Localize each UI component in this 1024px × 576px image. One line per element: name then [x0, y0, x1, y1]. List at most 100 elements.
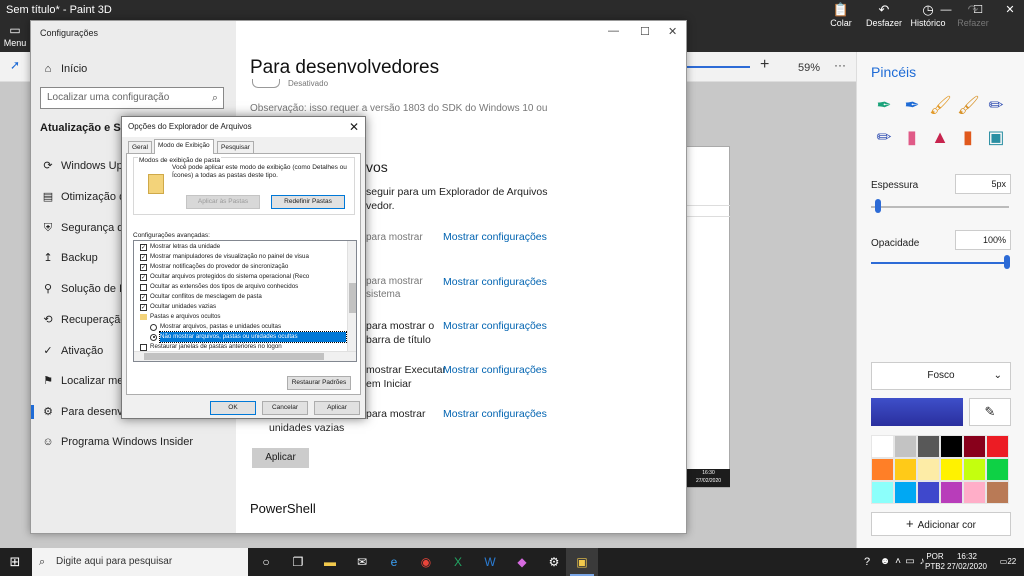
- history-button[interactable]: ◷ Histórico: [905, 0, 951, 32]
- select-arrow-icon[interactable]: ➚: [10, 58, 20, 72]
- finish-select[interactable]: Fosco ⌄: [871, 362, 1011, 390]
- excel-icon[interactable]: X: [442, 548, 474, 576]
- checkbox[interactable]: ✓: [140, 293, 147, 301]
- ok-button[interactable]: OK: [210, 401, 256, 415]
- scrollbar-thumb[interactable]: [144, 353, 324, 360]
- opacity-slider[interactable]: [871, 262, 1009, 264]
- nav-windows-insider[interactable]: ☺ Programa Windows Insider: [31, 428, 236, 456]
- minimize-icon[interactable]: —: [608, 25, 619, 37]
- thickness-input[interactable]: 5px: [955, 174, 1011, 194]
- advanced-setting-item[interactable]: Não mostrar arquivos, pastas ou unidades…: [159, 331, 347, 343]
- color-swatch[interactable]: [963, 435, 986, 458]
- color-swatch[interactable]: [871, 481, 894, 504]
- advanced-setting-item[interactable]: Mostrar arquivos, pastas e unidades ocul…: [160, 322, 346, 332]
- redo-button[interactable]: ↷ Refazer: [950, 0, 996, 32]
- apply-button[interactable]: Aplicar: [252, 448, 309, 468]
- help-icon[interactable]: ?: [858, 548, 876, 576]
- checkbox[interactable]: [140, 283, 147, 291]
- tab-general[interactable]: Geral: [128, 141, 152, 153]
- notifications-icon[interactable]: ▭22: [994, 548, 1022, 576]
- taskbar-search-input[interactable]: ⌕ Digite aqui para pesquisar: [32, 548, 248, 576]
- pencil-icon[interactable]: ✏: [873, 124, 895, 150]
- show-settings-link[interactable]: Mostrar configurações: [443, 320, 547, 332]
- color-swatch[interactable]: [986, 458, 1009, 481]
- tab-search[interactable]: Pesquisar: [217, 141, 254, 153]
- calligraphy-pen-icon[interactable]: ✒: [901, 92, 923, 118]
- checkbox[interactable]: ✓: [140, 273, 147, 281]
- color-swatch[interactable]: [986, 481, 1009, 504]
- color-swatch[interactable]: [940, 458, 963, 481]
- paint3d-icon[interactable]: ◆: [506, 548, 538, 576]
- menu-button[interactable]: ▭ Menu: [0, 20, 30, 52]
- chrome-icon[interactable]: ◉: [410, 548, 442, 576]
- checkbox[interactable]: ✓: [140, 253, 147, 261]
- opacity-slider-thumb[interactable]: [1004, 255, 1010, 269]
- close-icon[interactable]: ✕: [668, 25, 677, 38]
- marker-icon[interactable]: ✒: [873, 92, 895, 118]
- color-swatch[interactable]: [894, 458, 917, 481]
- zoom-slider[interactable]: [686, 66, 750, 68]
- radio-button[interactable]: [150, 333, 157, 341]
- thickness-slider[interactable]: [871, 206, 1009, 208]
- spray-can-icon[interactable]: ▮: [957, 124, 979, 150]
- color-swatch[interactable]: [917, 435, 940, 458]
- file-explorer-icon[interactable]: ▬: [314, 548, 346, 576]
- advanced-setting-item[interactable]: Ocultar conflitos de mesclagem de pasta: [150, 292, 336, 302]
- color-swatch[interactable]: [963, 481, 986, 504]
- color-swatch[interactable]: [940, 435, 963, 458]
- apply-button[interactable]: Aplicar: [314, 401, 360, 415]
- fill-bucket-icon[interactable]: ▣: [985, 124, 1007, 150]
- show-settings-link[interactable]: Mostrar configurações: [443, 231, 547, 243]
- tab-view[interactable]: Modo de Exibição: [154, 139, 214, 154]
- color-swatch[interactable]: [871, 435, 894, 458]
- show-settings-link[interactable]: Mostrar configurações: [443, 276, 547, 288]
- color-swatch[interactable]: [917, 481, 940, 504]
- watercolor-icon[interactable]: 🖌: [957, 92, 980, 118]
- thickness-slider-thumb[interactable]: [875, 199, 881, 213]
- close-icon[interactable]: ✕: [349, 117, 359, 137]
- nav-home[interactable]: ⌂ Início: [31, 55, 236, 83]
- restore-defaults-button[interactable]: Restaurar Padrões: [287, 376, 351, 390]
- advanced-setting-item[interactable]: Mostrar manipuladores de visualização no…: [150, 252, 336, 262]
- show-settings-link[interactable]: Mostrar configurações: [443, 364, 547, 376]
- eyedropper-icon[interactable]: ✎: [969, 398, 1011, 426]
- color-swatch[interactable]: [894, 435, 917, 458]
- vertical-scrollbar[interactable]: [347, 241, 356, 351]
- folder-options-taskbar-icon[interactable]: ▣: [566, 548, 598, 576]
- checkbox[interactable]: ✓: [140, 243, 147, 251]
- color-swatch[interactable]: [917, 458, 940, 481]
- windows-start-icon[interactable]: ⊞: [0, 548, 30, 576]
- toggle-switch[interactable]: [252, 79, 280, 88]
- advanced-setting-item[interactable]: Ocultar unidades vazias: [150, 302, 336, 312]
- canvas[interactable]: 16:30 27/02/2020: [686, 146, 730, 488]
- horizontal-scrollbar[interactable]: [134, 351, 356, 361]
- reset-folders-button[interactable]: Redefinir Pastas: [271, 195, 345, 209]
- mail-icon[interactable]: ✉: [346, 548, 378, 576]
- opacity-input[interactable]: 100%: [955, 230, 1011, 250]
- chevron-up-icon[interactable]: ˄: [892, 548, 904, 576]
- color-swatch[interactable]: [940, 481, 963, 504]
- current-color[interactable]: [871, 398, 963, 426]
- network-icon[interactable]: ▭: [904, 548, 916, 576]
- task-view-icon[interactable]: ❐: [282, 548, 314, 576]
- maximize-icon[interactable]: ☐: [640, 25, 650, 38]
- eraser-icon[interactable]: ▮: [901, 124, 923, 150]
- add-color-button[interactable]: + Adicionar cor: [871, 512, 1011, 536]
- settings-search-input[interactable]: Localizar uma configuração ⌕: [40, 87, 224, 109]
- advanced-settings-list[interactable]: Restaurar janelas de pastas anteriores n…: [133, 240, 357, 362]
- cortana-icon[interactable]: ○: [250, 548, 282, 576]
- checkbox[interactable]: [140, 343, 147, 351]
- checkbox[interactable]: ✓: [140, 303, 147, 311]
- person-icon[interactable]: ☻: [878, 548, 892, 576]
- color-swatch[interactable]: [986, 435, 1009, 458]
- cancel-button[interactable]: Cancelar: [262, 401, 308, 415]
- more-options-icon[interactable]: ···: [834, 58, 846, 72]
- undo-button[interactable]: ↶ Desfazer: [861, 0, 907, 32]
- pixel-pen-icon[interactable]: ✏: [985, 92, 1007, 118]
- clock[interactable]: 16:32 27/02/2020: [946, 548, 988, 576]
- scrollbar-thumb[interactable]: [349, 283, 356, 313]
- radio-button[interactable]: [150, 323, 157, 331]
- color-swatch[interactable]: [894, 481, 917, 504]
- zoom-in-icon[interactable]: +: [760, 56, 769, 74]
- advanced-setting-item[interactable]: Ocultar arquivos protegidos do sistema o…: [150, 272, 336, 282]
